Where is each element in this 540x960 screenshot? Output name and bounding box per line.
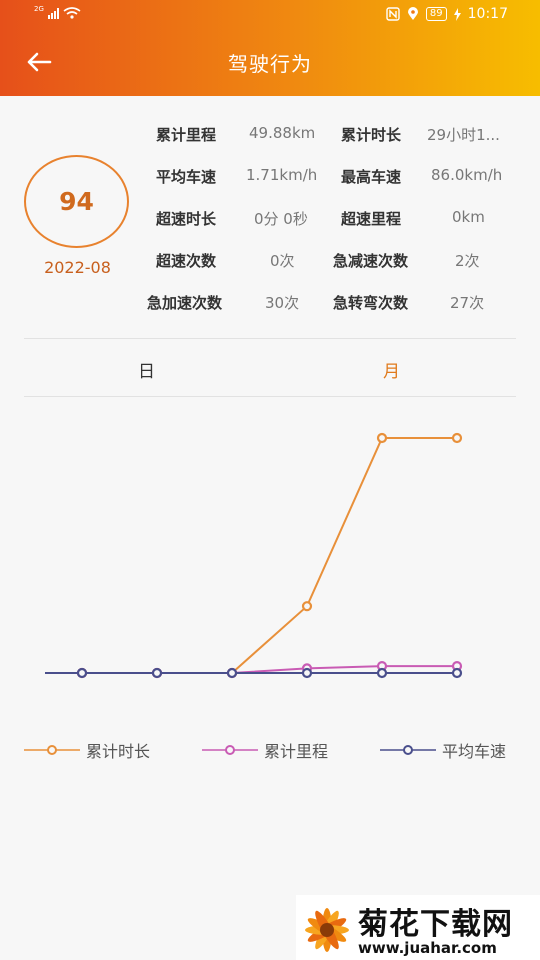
signal-icon bbox=[47, 7, 59, 19]
data-point-2-0[interactable] bbox=[76, 667, 88, 679]
watermark-url: www.juahar.com bbox=[358, 939, 497, 957]
status-time: 10:17 bbox=[467, 6, 508, 22]
flower-logo-icon bbox=[305, 908, 349, 952]
stat-value-max-speed: 86.0km/h bbox=[431, 166, 503, 184]
watermark: 菊花下载网 www.juahar.com bbox=[296, 895, 540, 960]
location-icon bbox=[407, 7, 418, 20]
battery-icon: 89 bbox=[425, 7, 447, 21]
score-value: 94 bbox=[59, 187, 94, 216]
stat-label-hard-accel-count: 急加速次数 bbox=[147, 294, 223, 312]
stat-value-overspeed-duration: 0分 0秒 bbox=[254, 210, 308, 228]
stat-value-hard-accel-count: 30次 bbox=[265, 294, 300, 312]
nfc-icon bbox=[386, 7, 400, 21]
stat-label-avg-speed: 平均车速 bbox=[156, 168, 217, 186]
stat-value-overspeed-mileage: 0km bbox=[452, 208, 485, 226]
status-bar: 2G 89 10:17 bbox=[0, 0, 540, 30]
score-date: 2022-08 bbox=[44, 258, 111, 277]
legend-marker-avg-speed bbox=[380, 745, 436, 755]
tab-month[interactable]: 月 bbox=[383, 357, 400, 382]
stat-label-sharp-turn-count: 急转弯次数 bbox=[333, 294, 409, 312]
legend-label-mileage: 累计里程 bbox=[264, 742, 329, 761]
score-circle: 94 bbox=[24, 155, 129, 248]
legend-marker-mileage bbox=[202, 745, 258, 755]
legend-item-avg-speed[interactable]: 平均车速 bbox=[380, 738, 506, 762]
stat-value-total-duration: 29小时1... bbox=[427, 126, 500, 144]
legend-item-duration[interactable]: 累计时长 bbox=[24, 738, 150, 762]
stat-label-overspeed-mileage: 超速里程 bbox=[341, 210, 402, 228]
data-point-2-2[interactable] bbox=[226, 667, 238, 679]
data-point-0-5[interactable] bbox=[451, 432, 463, 444]
stat-value-overspeed-count: 0次 bbox=[270, 252, 295, 270]
app-header: 2G 89 10:17 驾驶行为 bbox=[0, 0, 540, 96]
charging-icon bbox=[453, 7, 461, 21]
stat-label-hard-brake-count: 急减速次数 bbox=[333, 252, 409, 270]
wifi-icon bbox=[63, 7, 81, 19]
stat-label-total-mileage: 累计里程 bbox=[156, 126, 217, 144]
divider-bottom bbox=[24, 396, 516, 397]
stat-label-overspeed-duration: 超速时长 bbox=[156, 210, 217, 228]
legend-label-avg-speed: 平均车速 bbox=[442, 742, 507, 761]
data-point-2-5[interactable] bbox=[451, 667, 463, 679]
series-line-0 bbox=[45, 437, 457, 674]
data-point-0-4[interactable] bbox=[376, 432, 388, 444]
divider-top bbox=[24, 338, 516, 339]
legend-label-duration: 累计时长 bbox=[86, 742, 151, 761]
data-point-2-4[interactable] bbox=[376, 667, 388, 679]
tab-day[interactable]: 日 bbox=[138, 357, 155, 382]
series-line-1 bbox=[45, 665, 457, 674]
watermark-title: 菊花下载网 bbox=[358, 907, 513, 942]
data-point-2-3[interactable] bbox=[301, 667, 313, 679]
legend-marker-duration bbox=[24, 745, 80, 755]
stat-value-hard-brake-count: 2次 bbox=[455, 252, 480, 270]
stat-value-total-mileage: 49.88km bbox=[249, 124, 316, 142]
legend-item-mileage[interactable]: 累计里程 bbox=[202, 738, 328, 762]
data-point-0-3[interactable] bbox=[301, 601, 313, 612]
stat-label-total-duration: 累计时长 bbox=[341, 126, 402, 144]
stat-value-avg-speed: 1.71km/h bbox=[246, 166, 318, 184]
page-title: 驾驶行为 bbox=[228, 52, 312, 76]
stat-label-max-speed: 最高车速 bbox=[341, 168, 402, 186]
stat-value-sharp-turn-count: 27次 bbox=[450, 294, 485, 312]
network-type: 2G bbox=[34, 5, 44, 13]
stat-label-overspeed-count: 超速次数 bbox=[156, 252, 217, 270]
line-chart bbox=[45, 432, 463, 679]
data-point-2-1[interactable] bbox=[151, 667, 163, 679]
